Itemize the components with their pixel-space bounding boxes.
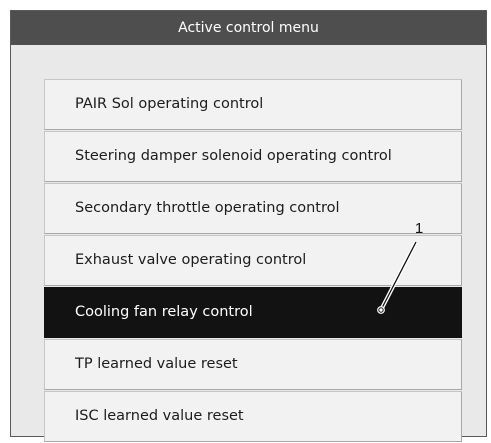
menu-item-exhaust-valve[interactable]: Exhaust valve operating control bbox=[44, 235, 462, 286]
menu-item-pair-sol[interactable]: PAIR Sol operating control bbox=[44, 79, 462, 130]
menu-item-secondary-throttle[interactable]: Secondary throttle operating control bbox=[44, 183, 462, 234]
window-title: Active control menu bbox=[11, 11, 486, 45]
menu-item-cooling-fan-relay[interactable]: Cooling fan relay control bbox=[44, 287, 462, 338]
menu-item-isc-learned-reset[interactable]: ISC learned value reset bbox=[44, 391, 462, 442]
callout-number: 1 bbox=[414, 220, 424, 237]
active-control-menu: PAIR Sol operating control Steering damp… bbox=[44, 79, 462, 443]
menu-item-tp-learned-reset[interactable]: TP learned value reset bbox=[44, 339, 462, 390]
menu-item-steering-damper[interactable]: Steering damper solenoid operating contr… bbox=[44, 131, 462, 182]
